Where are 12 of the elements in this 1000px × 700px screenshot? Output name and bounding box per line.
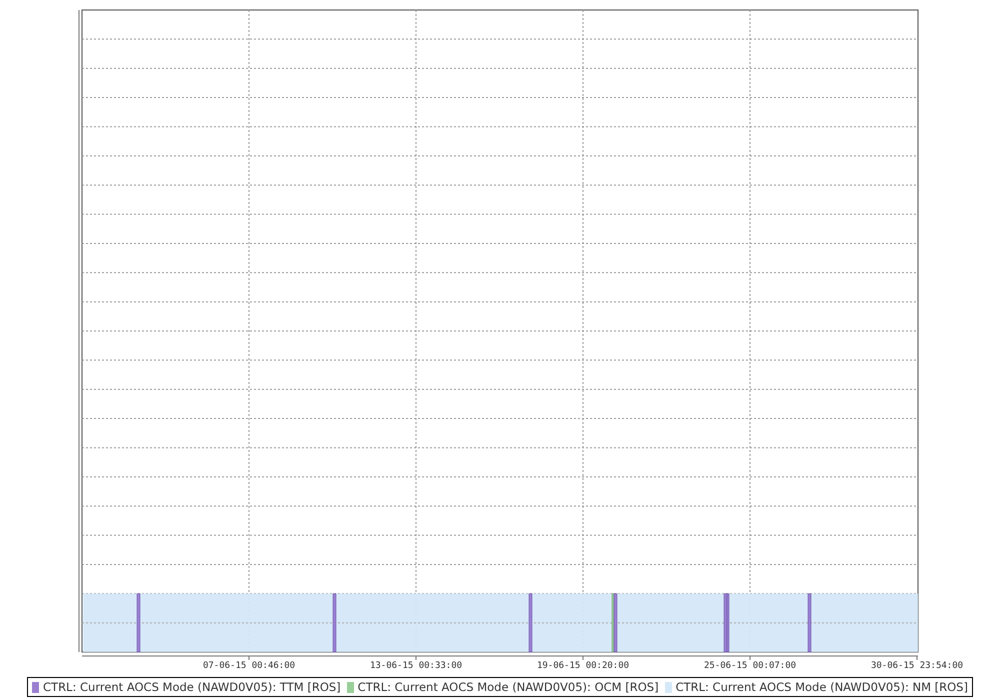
legend-label: CTRL: Current AOCS Mode (NAWD0V05): OCM [ROS] <box>358 680 659 694</box>
x-tick-label: 19-06-15 00:20:00 <box>536 661 630 671</box>
mode-event-bar <box>528 593 532 652</box>
x-tick-label: 13-06-15 00:33:00 <box>370 661 462 671</box>
mode-event-bar <box>332 593 336 652</box>
x-tick-label: 25-06-15 00:07:00 <box>704 661 796 671</box>
legend-label: CTRL: Current AOCS Mode (NAWD0V05): TTM [ROS] <box>43 680 341 694</box>
mode-event-bar <box>136 593 140 652</box>
x-tick-label: 30-06-15 23:54:00 <box>870 661 964 671</box>
x-tick-label: 07-06-15 00:46:00 <box>202 661 296 671</box>
mode-event-bar <box>808 593 812 652</box>
legend-label: CTRL: Current AOCS Mode (NAWD0V05): NM [ROS] <box>676 680 968 694</box>
